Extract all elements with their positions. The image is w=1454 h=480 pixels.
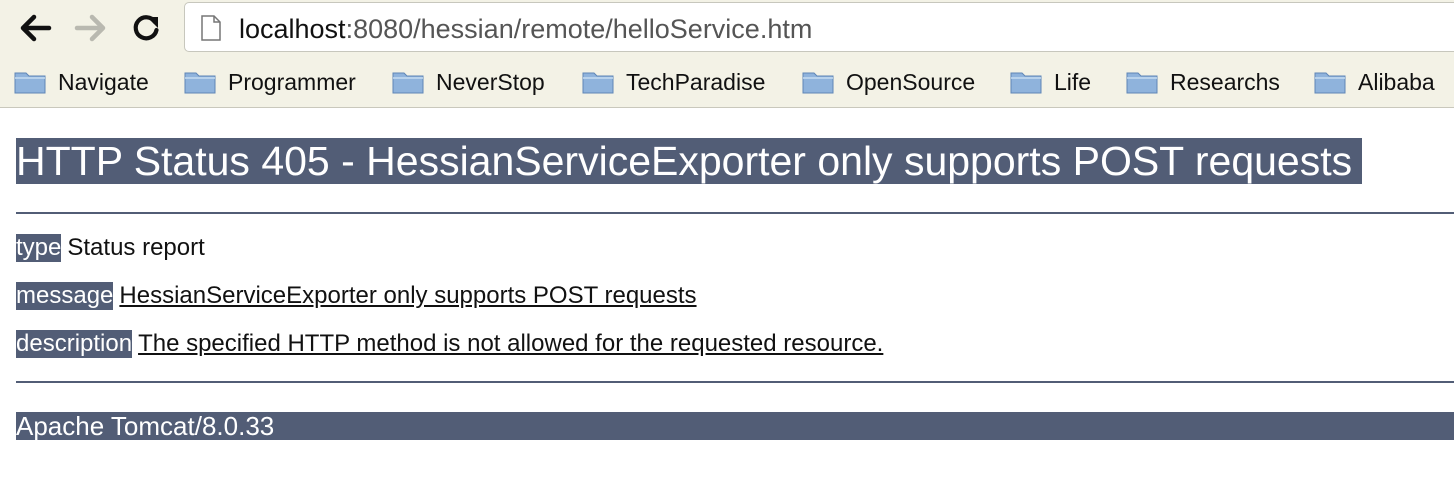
row-message: message HessianServiceExporter only supp…: [16, 282, 697, 310]
server-footer: Apache Tomcat/8.0.33: [16, 412, 1454, 440]
bookmarks-bar: Navigate Programmer NeverStop TechParadi…: [0, 56, 1454, 108]
bookmark-alibaba[interactable]: Alibaba: [1314, 66, 1435, 98]
page-icon: [201, 15, 221, 41]
address-bar[interactable]: localhost:8080/hessian/remote/helloServi…: [184, 2, 1454, 52]
folder-icon: [582, 72, 614, 94]
bookmark-life[interactable]: Life: [1010, 66, 1091, 98]
forward-button[interactable]: [70, 8, 110, 48]
row-key: description: [16, 330, 133, 358]
reload-button[interactable]: [126, 8, 166, 48]
row-key: message: [16, 282, 114, 310]
bookmark-label: Navigate: [58, 68, 149, 95]
bookmark-label: TechParadise: [626, 68, 766, 95]
folder-icon: [1010, 72, 1042, 94]
bookmark-navigate[interactable]: Navigate: [14, 66, 149, 98]
divider: [16, 212, 1454, 214]
page-title: HTTP Status 405 - HessianServiceExporter…: [16, 138, 1363, 184]
folder-icon: [1126, 72, 1158, 94]
url-host: localhost: [239, 14, 346, 44]
folder-icon: [184, 72, 216, 94]
bookmark-opensource[interactable]: OpenSource: [802, 66, 975, 98]
folder-icon: [392, 72, 424, 94]
browser-toolbar: localhost:8080/hessian/remote/helloServi…: [0, 0, 1454, 56]
bookmark-label: Researchs: [1170, 68, 1280, 95]
bookmark-label: Programmer: [228, 68, 356, 95]
bookmark-techparadise[interactable]: TechParadise: [582, 66, 765, 98]
row-key: type: [16, 234, 62, 262]
url-text[interactable]: localhost:8080/hessian/remote/helloServi…: [239, 13, 812, 45]
bookmark-label: NeverStop: [436, 68, 545, 95]
folder-icon: [802, 72, 834, 94]
back-button[interactable]: [16, 8, 56, 48]
bookmark-researchs[interactable]: Researchs: [1126, 66, 1280, 98]
row-value: Status report: [67, 234, 205, 261]
row-type: type Status report: [16, 234, 205, 262]
bookmark-label: Life: [1054, 68, 1092, 95]
page-content: HTTP Status 405 - HessianServiceExporter…: [0, 108, 1454, 480]
bookmark-programmer[interactable]: Programmer: [184, 66, 356, 98]
bookmark-label: OpenSource: [846, 68, 976, 95]
bookmark-neverstop[interactable]: NeverStop: [392, 66, 545, 98]
folder-icon: [14, 72, 46, 94]
back-arrow-icon: [20, 14, 52, 42]
row-value: The specified HTTP method is not allowed…: [138, 330, 884, 357]
url-path: :8080/hessian/remote/helloService.htm: [345, 14, 813, 44]
reload-icon: [133, 15, 159, 41]
row-value: HessianServiceExporter only supports POS…: [119, 282, 697, 309]
row-description: description The specified HTTP method is…: [16, 330, 883, 358]
forward-arrow-icon: [74, 14, 106, 42]
bookmark-label: Alibaba: [1358, 68, 1435, 95]
divider: [16, 381, 1454, 383]
folder-icon: [1314, 72, 1346, 94]
